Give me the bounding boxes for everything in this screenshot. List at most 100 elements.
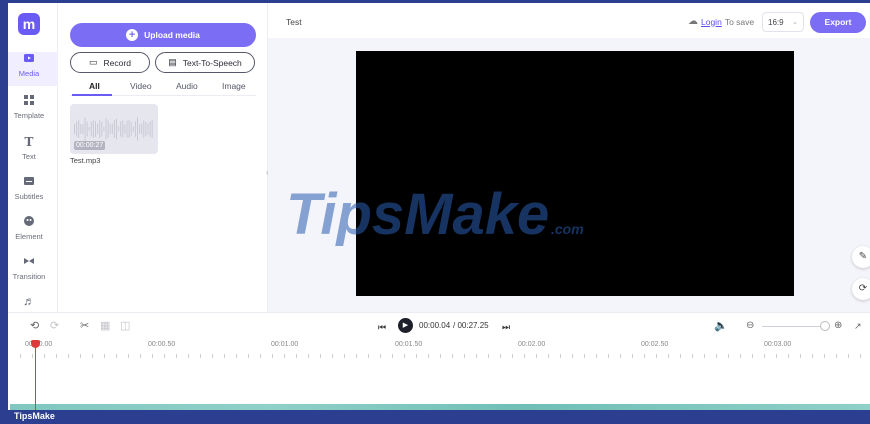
- waveform-bar: [118, 126, 120, 132]
- text-icon: T: [24, 135, 34, 149]
- media-panel: + Upload media ▭ Record ▤ Text-To-Speech…: [58, 0, 268, 312]
- waveform-bar: [151, 120, 153, 138]
- tab-audio[interactable]: Audio: [176, 81, 198, 91]
- project-title[interactable]: Test: [286, 17, 302, 27]
- sidebar-item-label: Media: [18, 69, 40, 78]
- export-button[interactable]: Export: [810, 12, 866, 33]
- tab-image[interactable]: Image: [222, 81, 246, 91]
- waveform-bar: [149, 121, 151, 137]
- sidebar-item-template[interactable]: Template: [0, 94, 58, 128]
- sidebar-item-transition[interactable]: Transition: [0, 255, 58, 289]
- active-tab-indicator: [72, 94, 112, 96]
- footer-bar: TipsMake: [0, 410, 870, 424]
- waveform-bar: [113, 120, 115, 138]
- save-hint: To save: [724, 16, 755, 27]
- play-button[interactable]: ▶: [398, 318, 413, 333]
- waveform-bar: [122, 120, 124, 138]
- tab-all[interactable]: All: [89, 81, 100, 91]
- sidebar-item-label: Element: [15, 232, 43, 241]
- media-icon: [22, 52, 36, 66]
- volume-icon[interactable]: 🔈: [714, 319, 728, 333]
- ruler-label: 00:00.50: [148, 341, 176, 348]
- ruler-label: 00:03.00: [764, 341, 792, 348]
- waveform-bar: [126, 120, 128, 138]
- delete-icon[interactable]: ◫: [120, 319, 130, 333]
- upload-media-button[interactable]: + Upload media: [70, 23, 256, 47]
- ruler-ticks: [20, 354, 865, 358]
- waveform-bar: [90, 121, 92, 137]
- refresh-fab[interactable]: ⟳: [852, 278, 870, 300]
- template-icon: [22, 94, 36, 108]
- media-item-card[interactable]: 00:00:27: [70, 104, 158, 154]
- zoom-slider[interactable]: [762, 326, 824, 327]
- split-icon[interactable]: ✂: [80, 319, 89, 333]
- element-icon: [22, 215, 36, 229]
- login-link[interactable]: Login: [701, 17, 722, 27]
- timeline-tracks[interactable]: [0, 368, 870, 410]
- sidebar-item-element[interactable]: Element: [0, 215, 58, 249]
- current-time: 00:00.04: [419, 321, 451, 330]
- waveform-bar: [107, 120, 109, 138]
- pencil-icon: ✎: [858, 251, 868, 262]
- waveform-bar: [111, 123, 113, 135]
- waveform-bar: [86, 121, 88, 137]
- preview-stage: ‹ ✎ ⟳: [266, 38, 870, 312]
- window-frame-top: [0, 0, 870, 3]
- waveform-bar: [99, 120, 101, 138]
- waveform-bar: [141, 123, 143, 135]
- edit-fab[interactable]: ✎: [852, 246, 870, 268]
- tts-label: Text-To-Speech: [182, 57, 242, 68]
- waveform-bar: [82, 123, 84, 135]
- media-item-name: Test.mp3: [70, 156, 101, 165]
- timeline-ruler[interactable]: 00:00.00 00:00.50 00:01.00 00:01.50 00:0…: [0, 338, 870, 368]
- sidebar-item-text[interactable]: T Text: [0, 135, 58, 169]
- sidebar-item-label: Transition: [12, 272, 46, 281]
- waveform-bar: [145, 121, 147, 137]
- ruler-label: 00:01.00: [271, 341, 299, 348]
- play-icon: ▶: [402, 322, 409, 329]
- zoom-out-icon[interactable]: ⊖: [746, 319, 754, 333]
- playhead[interactable]: [35, 343, 36, 413]
- save-status: ☁ Login To save: [688, 16, 754, 27]
- fit-timeline-icon[interactable]: ↗: [854, 319, 862, 333]
- plus-icon: +: [126, 29, 139, 41]
- transition-icon: [22, 255, 36, 269]
- video-preview[interactable]: [356, 51, 794, 296]
- total-time: / 00:27.25: [453, 321, 489, 330]
- aspect-ratio-select[interactable]: 16:9 ⌄: [762, 12, 804, 32]
- record-button[interactable]: ▭ Record: [70, 52, 150, 73]
- redo-icon[interactable]: ⟳: [50, 319, 59, 333]
- text-to-speech-button[interactable]: ▤ Text-To-Speech: [155, 52, 255, 73]
- waveform-bar: [101, 121, 103, 137]
- waveform-bar: [84, 117, 86, 141]
- window-frame-left: [0, 0, 8, 424]
- waveform-bar: [88, 126, 90, 132]
- waveform-bar: [124, 124, 126, 134]
- sidebar-item-label: Subtitles: [14, 192, 44, 201]
- zoom-slider-knob[interactable]: [820, 321, 830, 331]
- sidebar-item-label: Text: [22, 152, 36, 161]
- crop-icon[interactable]: ▦: [100, 319, 110, 333]
- footer-brand: TipsMake: [14, 411, 55, 421]
- collapse-panel-icon[interactable]: ‹: [266, 168, 272, 192]
- waveform-bar: [120, 121, 122, 137]
- waveform-bar: [76, 121, 78, 137]
- app-logo[interactable]: m: [18, 13, 40, 35]
- skip-forward-icon[interactable]: ⏭: [502, 320, 510, 334]
- nav-rail: m Media Template T Text Subtitles Elemen…: [0, 0, 58, 312]
- skip-back-icon[interactable]: ⏮: [378, 320, 386, 334]
- ruler-label: 00:02.50: [641, 341, 669, 348]
- sidebar-item-music[interactable]: ♬: [0, 294, 58, 312]
- record-icon: ▭: [89, 57, 98, 67]
- upload-media-label: Upload media: [144, 30, 200, 40]
- sidebar-item-subtitles[interactable]: Subtitles: [0, 175, 58, 209]
- zoom-in-icon[interactable]: ⊕: [834, 319, 842, 333]
- refresh-icon: ⟳: [858, 283, 868, 294]
- waveform-bar: [105, 118, 107, 140]
- undo-icon[interactable]: ⟲: [30, 319, 39, 333]
- tab-video[interactable]: Video: [130, 81, 152, 91]
- timeline-controls: ⟲ ⟳ ✂ ▦ ◫ ⏮ ▶ 00:00.04 / 00:27.25 ⏭ 🔈 ⊖ …: [0, 312, 870, 338]
- waveform-bar: [139, 124, 141, 134]
- sidebar-item-media[interactable]: Media: [0, 52, 58, 86]
- waveform-bar: [134, 121, 136, 137]
